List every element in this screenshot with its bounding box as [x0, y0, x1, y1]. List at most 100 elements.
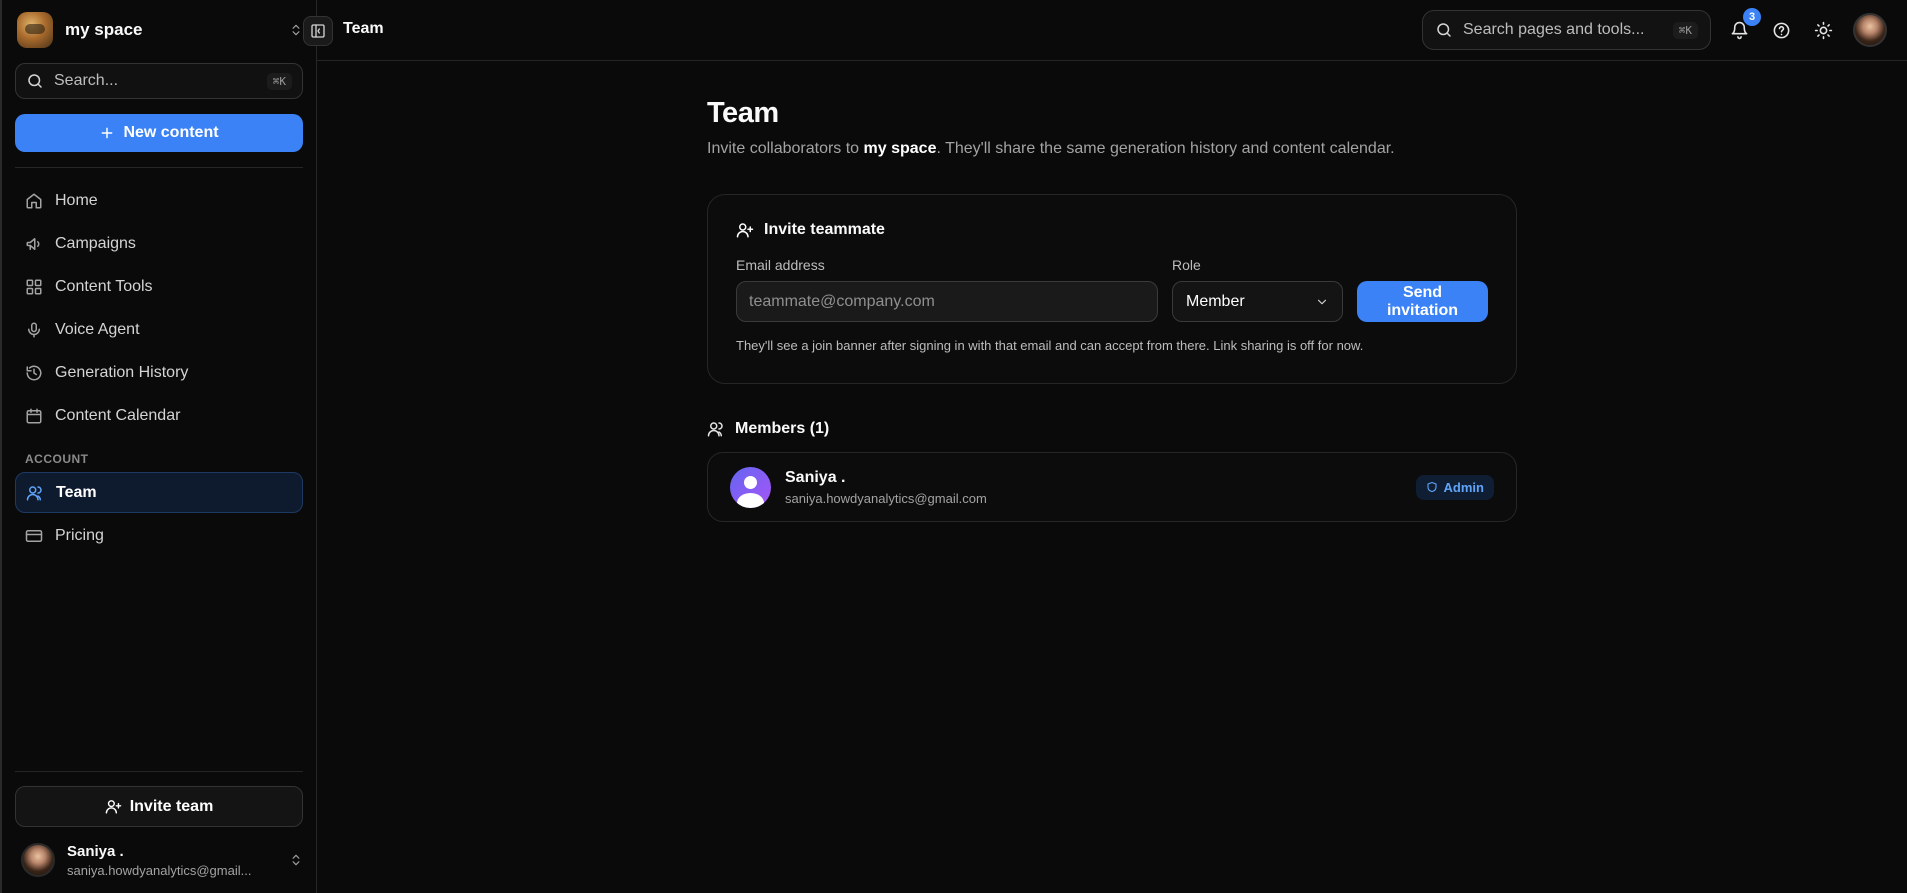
main-area: Team Search pages and tools... ⌘K 3 Team…	[317, 0, 1907, 893]
member-avatar	[730, 466, 771, 508]
member-meta: Saniya . saniya.howdyanalytics@gmail.com	[785, 469, 1402, 506]
topbar-actions: 3	[1727, 8, 1887, 47]
sidebar-item-label: Voice Agent	[55, 320, 140, 338]
invite-card: Invite teammate Email address Role Membe…	[707, 194, 1517, 384]
grid-icon	[26, 279, 42, 294]
send-invitation-button[interactable]: Send invitation	[1357, 281, 1488, 322]
email-field[interactable]	[736, 281, 1158, 322]
chevron-down-icon	[1317, 299, 1327, 304]
credit-card-icon	[25, 529, 43, 542]
members-heading: Members (1)	[707, 420, 1517, 438]
sidebar-item-team[interactable]: Team	[15, 472, 303, 513]
role-select[interactable]: Member	[1172, 281, 1343, 322]
new-content-label: New content	[123, 124, 219, 141]
sidebar-item-voice-agent[interactable]: Voice Agent	[15, 309, 303, 350]
topbar: Team Search pages and tools... ⌘K 3	[317, 0, 1907, 61]
calendar-icon	[26, 408, 42, 423]
topbar-title: Team	[343, 20, 384, 37]
avatar	[21, 843, 55, 877]
user-plus-icon	[736, 223, 754, 238]
invite-card-title-text: Invite teammate	[764, 221, 885, 238]
sidebar-item-label: Home	[55, 191, 98, 209]
users-icon	[707, 422, 723, 437]
microphone-icon	[28, 322, 40, 337]
sidebar-toggle-icon	[311, 24, 325, 38]
workspace-switcher[interactable]: my space	[15, 0, 303, 60]
sidebar-item-label: Content Calendar	[55, 406, 181, 424]
sidebar-search-label: Search...	[54, 72, 119, 89]
role-select-value: Member	[1186, 292, 1245, 310]
sidebar-nav: Home Campaigns Content Tools Voice Agent…	[15, 178, 303, 558]
global-search[interactable]: Search pages and tools... ⌘K	[1422, 10, 1711, 50]
global-search-placeholder: Search pages and tools...	[1463, 21, 1645, 38]
list-item: Saniya . saniya.howdyanalytics@gmail.com…	[707, 452, 1517, 522]
page-title: Team	[707, 97, 779, 129]
chevron-up-down-icon	[289, 23, 303, 37]
invite-hint: They'll see a join banner after signing …	[736, 338, 1364, 353]
invite-card-title: Invite teammate	[736, 221, 1488, 239]
status-badge: Admin	[1415, 474, 1494, 500]
member-name: Saniya .	[785, 468, 846, 486]
plus-icon	[102, 127, 113, 139]
notifications-button[interactable]: 3	[1727, 8, 1761, 42]
sidebar-item-pricing[interactable]: Pricing	[15, 515, 303, 556]
sidebar-item-campaigns[interactable]: Campaigns	[15, 223, 303, 264]
search-shortcut: ⌘K	[266, 72, 292, 90]
history-icon	[26, 365, 42, 380]
subtitle-suffix: . They'll share the same generation hist…	[936, 140, 1395, 157]
user-email: saniya.howdyanalytics@gmail...	[67, 862, 252, 878]
sidebar-toggle-button[interactable]	[303, 16, 333, 46]
home-icon	[26, 193, 42, 208]
email-label: Email address	[736, 257, 825, 273]
sidebar-item-label: Content Tools	[55, 277, 153, 295]
subtitle-prefix: Invite collaborators to	[707, 140, 864, 157]
help-circle-icon	[1773, 22, 1789, 38]
chevron-up-down-icon	[289, 853, 303, 867]
role-field-group: Role Member	[1172, 257, 1343, 322]
member-email: saniya.howdyanalytics@gmail.com	[785, 490, 987, 506]
team-page: Team Invite collaborators to my space. T…	[707, 97, 1517, 522]
email-field-group: Email address	[736, 257, 1158, 322]
sidebar-search[interactable]: Search... ⌘K	[15, 63, 303, 99]
invite-team-button[interactable]: Invite team	[15, 786, 303, 827]
user-name: Saniya .	[67, 842, 124, 860]
user-meta: Saniya . saniya.howdyanalytics@gmail...	[67, 843, 277, 878]
account-section-label: ACCOUNT	[25, 452, 89, 466]
search-icon	[1437, 23, 1451, 37]
users-icon	[26, 485, 42, 500]
user-menu[interactable]: Saniya . saniya.howdyanalytics@gmail...	[15, 827, 303, 893]
invite-team-label: Invite team	[129, 797, 214, 815]
new-content-button[interactable]: New content	[15, 114, 303, 152]
sidebar-item-generation-history[interactable]: Generation History	[15, 352, 303, 393]
member-role: Admin	[1443, 479, 1484, 495]
profile-avatar[interactable]	[1853, 13, 1887, 47]
sidebar-divider	[15, 167, 303, 168]
workspace-name: my space	[65, 20, 143, 39]
sidebar-item-home[interactable]: Home	[15, 180, 303, 221]
app-root: my space Search... ⌘K New content Home C…	[0, 0, 1907, 893]
megaphone-icon	[26, 237, 40, 250]
help-button[interactable]	[1769, 18, 1793, 42]
sidebar-item-label: Generation History	[55, 363, 189, 381]
search-shortcut: ⌘K	[1672, 21, 1698, 39]
sidebar-item-label: Team	[56, 483, 97, 501]
theme-toggle-button[interactable]	[1811, 18, 1835, 42]
sidebar: my space Search... ⌘K New content Home C…	[0, 0, 333, 893]
subtitle-workspace: my space	[863, 140, 937, 157]
invite-form: Email address Role Member Send invitatio…	[736, 257, 1488, 322]
sidebar-item-label: Campaigns	[55, 234, 136, 252]
workspace-logo	[17, 12, 53, 48]
shield-icon	[1426, 481, 1437, 493]
search-icon	[28, 74, 42, 88]
role-label: Role	[1172, 257, 1201, 273]
sidebar-footer: Invite team Saniya . saniya.howdyanalyti…	[15, 771, 303, 893]
notification-count-badge: 3	[1743, 8, 1761, 26]
user-plus-icon	[105, 800, 121, 814]
members-heading-text: Members (1)	[735, 420, 830, 437]
sidebar-item-content-tools[interactable]: Content Tools	[15, 266, 303, 307]
page-subtitle: Invite collaborators to my space. They'l…	[707, 140, 1517, 158]
sun-icon	[1814, 21, 1832, 39]
sidebar-item-content-calendar[interactable]: Content Calendar	[15, 395, 303, 436]
sidebar-footer-divider	[15, 771, 303, 772]
sidebar-item-label: Pricing	[55, 526, 104, 544]
